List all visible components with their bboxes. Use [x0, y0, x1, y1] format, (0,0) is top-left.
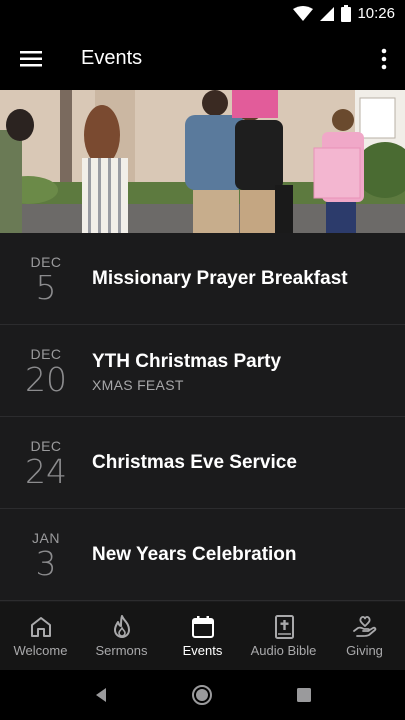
nav-label: Events: [182, 643, 223, 658]
event-subtitle: XMAS FEAST: [92, 377, 184, 393]
events-list: DEC 5 Missionary Prayer Breakfast DEC 20…: [0, 233, 405, 602]
nav-item-events[interactable]: Events: [162, 602, 243, 670]
more-vertical-icon: [381, 48, 387, 70]
event-date: DEC 24: [0, 417, 92, 509]
app-bar: Events: [0, 28, 405, 90]
wifi-icon: [293, 5, 314, 21]
nav-label: Audio Bible: [250, 643, 317, 658]
giving-hand-icon: [352, 615, 376, 637]
event-day: 3: [35, 544, 57, 583]
bottom-navigation: Welcome Sermons Events Audio Bible Givin…: [0, 602, 405, 670]
home-icon: [30, 617, 51, 637]
event-row[interactable]: DEC 20 YTH Christmas Party XMAS FEAST: [0, 325, 405, 417]
more-options-button[interactable]: [377, 46, 391, 72]
event-title: YTH Christmas Party: [92, 351, 282, 372]
event-date: DEC 20: [0, 325, 92, 417]
event-date: DEC 5: [0, 233, 92, 325]
cell-signal-icon: [320, 6, 335, 21]
event-row[interactable]: JAN 3 New Years Celebration: [0, 509, 405, 601]
nav-label: Sermons: [95, 643, 148, 658]
nav-label: Welcome: [13, 643, 68, 658]
nav-label: Giving: [346, 643, 383, 658]
hero-photo: [0, 90, 405, 233]
event-title: New Years Celebration: [92, 544, 297, 565]
home-circle-icon[interactable]: [190, 683, 214, 707]
event-row[interactable]: DEC 24 Christmas Eve Service: [0, 417, 405, 509]
page-title: Events: [81, 47, 143, 69]
event-row[interactable]: DEC 5 Missionary Prayer Breakfast: [0, 233, 405, 325]
status-bar: 10:26: [0, 0, 405, 28]
calendar-icon: [191, 616, 214, 638]
event-date: JAN 3: [0, 509, 92, 601]
back-icon[interactable]: [89, 683, 113, 707]
hamburger-menu-icon: [20, 51, 42, 67]
event-title: Missionary Prayer Breakfast: [92, 268, 348, 289]
nav-item-welcome[interactable]: Welcome: [0, 602, 81, 670]
event-day: 20: [25, 360, 67, 399]
recents-square-icon[interactable]: [292, 683, 316, 707]
battery-icon: [341, 5, 352, 22]
event-day: 24: [25, 452, 67, 491]
status-time: 10:26: [357, 5, 395, 22]
event-day: 5: [35, 268, 57, 307]
events-hero-image: [0, 90, 405, 233]
flame-icon: [113, 615, 130, 638]
system-navigation-bar: [0, 670, 405, 720]
nav-item-giving[interactable]: Giving: [324, 602, 405, 670]
event-title: Christmas Eve Service: [92, 452, 297, 473]
nav-item-sermons[interactable]: Sermons: [81, 602, 162, 670]
bible-icon: [274, 615, 294, 639]
nav-item-audio-bible[interactable]: Audio Bible: [243, 602, 324, 670]
menu-button[interactable]: [16, 46, 46, 72]
